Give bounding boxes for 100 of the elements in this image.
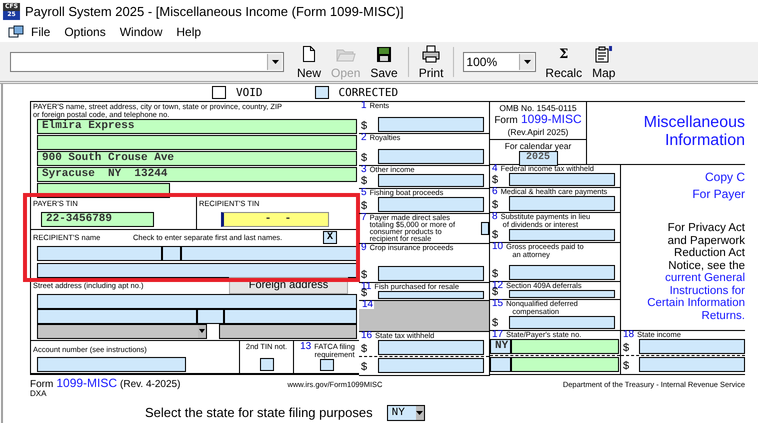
record-dropdown[interactable] (10, 52, 284, 72)
menu-item[interactable]: Window (112, 23, 170, 41)
box-number: 17 (492, 331, 504, 339)
currency-sign: $ (491, 317, 500, 329)
input-field[interactable] (378, 117, 484, 132)
year-field[interactable]: 2025 (518, 151, 558, 166)
checkbox[interactable] (320, 359, 334, 372)
box-number: 16 (361, 332, 372, 340)
box-number: 10 (492, 243, 504, 251)
input-field[interactable] (219, 324, 357, 339)
currency-sign: $ (622, 342, 630, 354)
input-field[interactable] (378, 291, 484, 299)
input-field[interactable] (378, 149, 484, 164)
box-number: 3 (361, 166, 367, 174)
checkbox[interactable]: X (323, 231, 337, 244)
input-field[interactable]: Elmira Express (37, 119, 357, 134)
instructions-link[interactable]: current General Instructions for Certain Information Returns. (641, 272, 745, 322)
box-number: 4 (492, 165, 498, 173)
input-field[interactable]: NY (490, 339, 511, 354)
document-icon (302, 45, 316, 63)
input-field[interactable] (509, 265, 615, 280)
box-number: 14 (362, 301, 374, 309)
input-field[interactable] (509, 196, 615, 211)
input-field[interactable] (378, 266, 484, 281)
checkbox[interactable] (481, 222, 489, 234)
input-field[interactable] (490, 357, 511, 372)
checkbox[interactable] (314, 86, 328, 99)
input-field[interactable]: 900 South Crouse Ave (37, 151, 357, 166)
box-number: 2 (361, 134, 367, 142)
checkbox-label: CORRECTED (338, 86, 398, 99)
input-field[interactable] (511, 339, 619, 354)
input-field[interactable] (37, 262, 357, 278)
input-field[interactable] (509, 316, 615, 329)
box-number: 13 (300, 343, 312, 352)
input-field[interactable] (181, 246, 357, 261)
input-field[interactable] (37, 135, 357, 150)
menu-item[interactable]: Options (57, 23, 113, 41)
currency-sign: $ (360, 287, 368, 299)
clipboard-icon (594, 45, 614, 63)
input-field[interactable] (37, 294, 357, 309)
input-field[interactable] (378, 174, 484, 187)
calendar-year-label: For calendar year (504, 141, 572, 151)
input-field[interactable]: 22-3456789 (41, 212, 154, 227)
zoom-dropdown[interactable]: 100% (463, 52, 536, 72)
checkbox[interactable] (212, 86, 226, 99)
toolbar-button[interactable]: Save (365, 44, 403, 80)
input-field[interactable] (378, 340, 484, 355)
input-field[interactable] (37, 246, 162, 261)
input-field[interactable] (511, 357, 619, 372)
input-field[interactable]: - - (221, 212, 329, 227)
input-field[interactable] (378, 197, 484, 212)
currency-sign: $ (491, 229, 500, 241)
input-field[interactable] (639, 339, 745, 354)
box-number: 18 (623, 331, 634, 339)
box-number: 5 (361, 189, 367, 197)
toolbar-button[interactable]: Σ Recalc (540, 44, 588, 80)
input-field[interactable] (197, 308, 224, 324)
currency-sign: $ (491, 199, 500, 211)
revision-label: (Rev. 4-2025) (120, 379, 180, 390)
form-name: 1099-MISC (520, 112, 582, 126)
menu-item[interactable]: Help (169, 23, 208, 41)
toolbar-button[interactable]: Print (414, 44, 448, 80)
revision-label: (Rev.Apirl 2025) (508, 127, 568, 137)
form-title: Miscellaneous Information (642, 114, 745, 150)
state-dropdown[interactable]: NY (386, 405, 425, 421)
form-label: Form (30, 379, 54, 390)
toolbar-button[interactable]: New (292, 44, 326, 80)
input-field[interactable] (639, 357, 745, 372)
input-field[interactable] (162, 246, 181, 261)
form-code: DXA (30, 389, 46, 399)
input-field[interactable] (378, 358, 484, 373)
notice-text: For Privacy Act and Paperwork Reduction Act Notice, see the (666, 222, 745, 272)
currency-sign: $ (622, 360, 630, 372)
input-field[interactable] (509, 290, 615, 298)
currency-sign: $ (360, 175, 368, 187)
toolbar-button[interactable]: Map (587, 44, 620, 80)
checkbox-label: VOID (236, 86, 262, 99)
currency-sign: $ (491, 286, 498, 298)
windows-icon (8, 25, 24, 39)
input-field[interactable] (509, 229, 615, 241)
input-field[interactable] (224, 308, 357, 324)
printer-icon (421, 45, 442, 63)
currency-sign: $ (360, 120, 368, 132)
state-select-label: Select the state for state filing purposes (145, 405, 373, 421)
box-number: 1 (361, 102, 367, 110)
box-number: 9 (361, 244, 367, 252)
copy-label: Copy C (704, 171, 745, 183)
menu-item[interactable]: File (24, 23, 58, 41)
currency-sign: $ (360, 343, 368, 355)
currency-sign: $ (491, 268, 500, 280)
box-number: 15 (492, 300, 504, 308)
input-field[interactable] (509, 173, 615, 186)
dropdown[interactable] (37, 324, 207, 339)
input-field[interactable] (37, 357, 186, 372)
form-name: 1099-MISC (56, 376, 118, 390)
form-label: Form (494, 115, 518, 126)
checkbox[interactable] (260, 358, 274, 372)
input-field[interactable] (37, 308, 197, 324)
window-title: Payroll System 2025 - [Miscellaneous Income (Form 1099-MISC)] (25, 4, 404, 18)
input-field[interactable]: Syracuse NY 13244 (37, 167, 357, 182)
